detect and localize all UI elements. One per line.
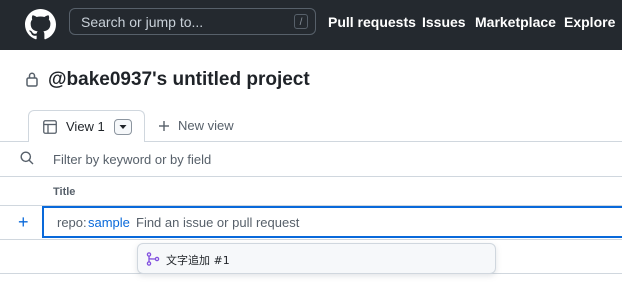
tab-view-1-label: View 1 xyxy=(66,119,105,134)
nav-pull-requests[interactable]: Pull requests xyxy=(328,14,416,30)
query-qualifier-value: sample xyxy=(88,215,130,230)
plus-icon xyxy=(159,120,169,131)
new-view-label: New view xyxy=(178,118,234,133)
add-item-placeholder: Find an issue or pull request xyxy=(136,215,300,230)
view-options-button[interactable] xyxy=(114,119,132,135)
lock-icon xyxy=(26,72,38,87)
tab-view-1[interactable]: View 1 xyxy=(28,110,145,142)
search-placeholder: Search or jump to... xyxy=(81,14,204,30)
add-item-input[interactable]: repo: sample Find an issue or pull reque… xyxy=(42,206,622,238)
filter-bar[interactable]: Filter by keyword or by field xyxy=(0,142,622,177)
filter-input[interactable]: Filter by keyword or by field xyxy=(53,152,211,167)
suggestion-item[interactable]: 文字追加 #1 xyxy=(137,243,496,274)
triangle-down-icon xyxy=(119,125,127,129)
github-logo-icon[interactable] xyxy=(25,9,56,40)
add-item-plus-icon[interactable]: + xyxy=(18,213,29,231)
column-header-title[interactable]: Title xyxy=(53,186,75,198)
table-header: Title xyxy=(0,177,622,206)
new-view-button[interactable]: New view xyxy=(158,118,234,133)
pull-request-icon xyxy=(146,252,160,266)
add-item-row: + repo: sample Find an issue or pull req… xyxy=(0,206,622,240)
page-title: @bake0937's untitled project xyxy=(48,69,310,90)
nav-explore[interactable]: Explore xyxy=(564,14,615,30)
nav-issues[interactable]: Issues xyxy=(422,14,466,30)
global-header: Search or jump to... / Pull requests Iss… xyxy=(0,0,622,50)
suggestion-label: 文字追加 #1 xyxy=(166,254,230,267)
query-qualifier-key: repo: xyxy=(57,215,87,230)
global-search-input[interactable]: Search or jump to... / xyxy=(69,8,316,35)
table-icon xyxy=(43,120,57,134)
search-icon xyxy=(20,151,34,165)
search-shortcut-key: / xyxy=(294,14,308,29)
nav-marketplace[interactable]: Marketplace xyxy=(475,14,556,30)
